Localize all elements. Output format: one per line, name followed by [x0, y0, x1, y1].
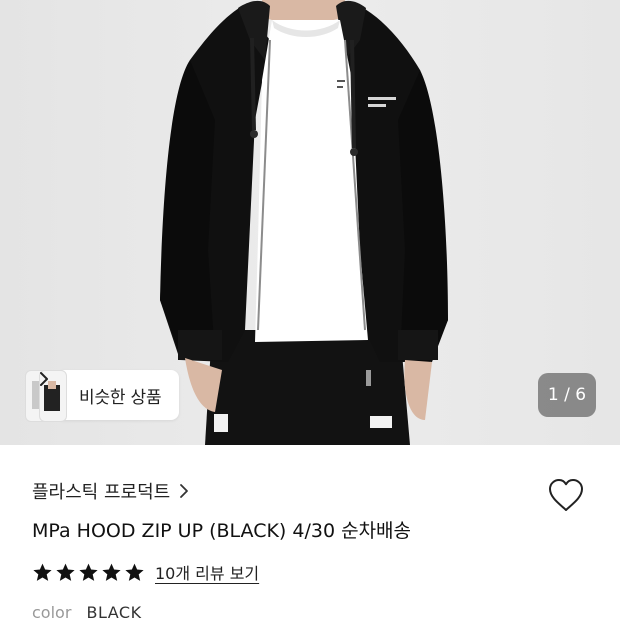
product-title: MPa HOOD ZIP UP (BLACK) 4/30 순차배송 — [32, 520, 412, 542]
image-counter: 1 / 6 — [538, 373, 596, 417]
chevron-right-icon — [180, 484, 189, 498]
similar-products-label: 비슷한 상품 — [79, 387, 162, 408]
color-value: BLACK — [86, 603, 142, 622]
rating-stars — [32, 562, 145, 583]
star-filled-icon — [125, 563, 144, 581]
color-option: color BLACK — [32, 603, 142, 622]
similar-products-pill[interactable]: 비슷한 상품 — [40, 370, 180, 420]
star-filled-icon — [79, 563, 98, 581]
brand-link[interactable]: 플라스틱 프로덕트 — [32, 478, 189, 504]
star-filled-icon — [56, 563, 75, 581]
heart-outline-icon[interactable] — [547, 477, 585, 513]
chevron-right-icon — [40, 372, 48, 386]
rating-row: 10개 리뷰 보기 — [32, 560, 259, 584]
star-filled-icon — [33, 563, 52, 581]
similar-products-button[interactable]: 비슷한 상품 — [25, 370, 180, 422]
color-label: color — [32, 603, 72, 622]
star-filled-icon — [102, 563, 121, 581]
product-image[interactable]: 비슷한 상품 1 / 6 — [0, 0, 620, 445]
brand-name: 플라스틱 프로덕트 — [32, 482, 171, 503]
review-link[interactable]: 10개 리뷰 보기 — [155, 560, 259, 584]
